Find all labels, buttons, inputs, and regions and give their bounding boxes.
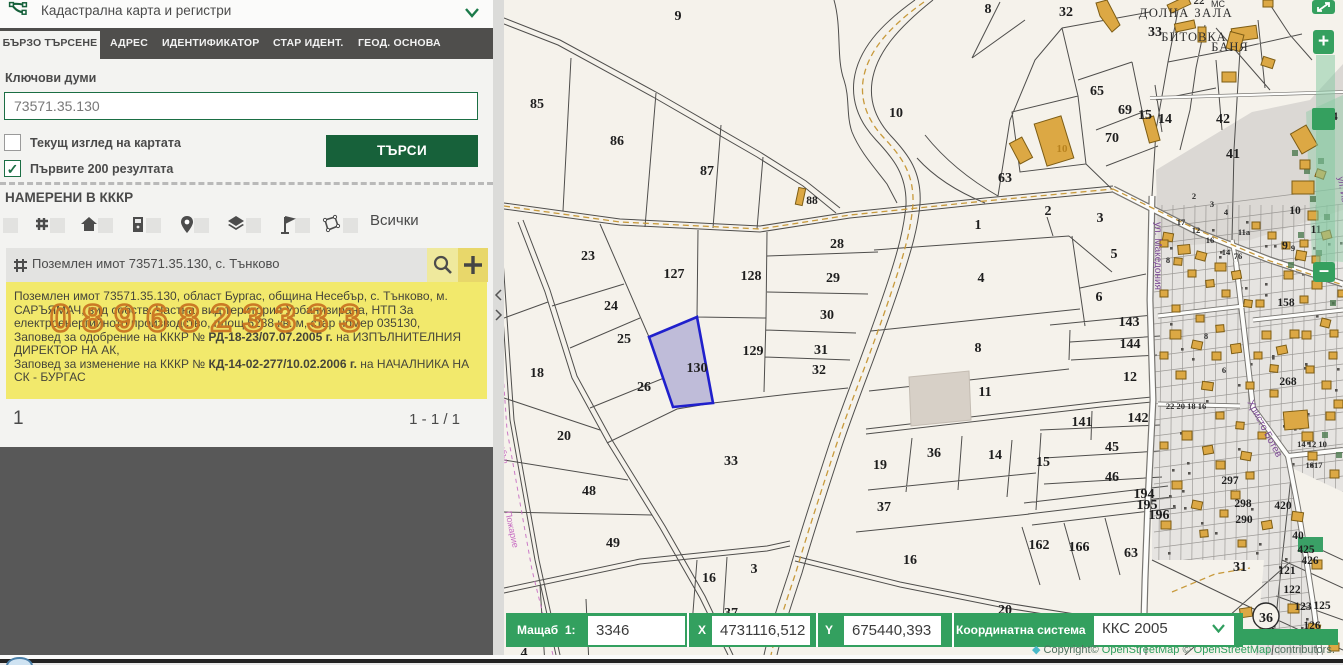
svg-text:30: 30 [820, 308, 834, 323]
svg-text:123: 123 [1294, 601, 1312, 613]
svg-text:42: 42 [1216, 112, 1230, 127]
svg-text:29: 29 [826, 271, 840, 286]
svg-text:16: 16 [903, 553, 917, 568]
svg-text:16: 16 [1206, 235, 1215, 245]
svg-text:22 20 18 16: 22 20 18 16 [1166, 401, 1206, 411]
svg-text:14: 14 [988, 448, 1002, 463]
svg-text:31: 31 [1233, 560, 1247, 575]
svg-text:8: 8 [975, 341, 982, 356]
svg-text:40: 40 [1292, 530, 1304, 542]
svg-text:19: 19 [873, 458, 887, 473]
svg-text:144: 144 [1120, 337, 1141, 352]
svg-text:15: 15 [1138, 108, 1152, 123]
svg-text:69: 69 [1118, 103, 1132, 118]
svg-text:143: 143 [1119, 315, 1140, 330]
svg-text:87: 87 [700, 164, 714, 179]
svg-text:17: 17 [1177, 217, 1186, 227]
svg-text:426: 426 [1301, 555, 1319, 567]
svg-text:46: 46 [1105, 470, 1119, 485]
svg-text:298: 298 [1234, 498, 1252, 510]
svg-text:76: 76 [1234, 251, 1243, 261]
svg-text:9: 9 [1282, 240, 1288, 252]
svg-text:14: 14 [1222, 247, 1231, 257]
svg-text:49: 49 [606, 536, 620, 551]
svg-text:45: 45 [1105, 440, 1119, 455]
svg-text:420: 420 [1274, 500, 1292, 512]
svg-text:162: 162 [1029, 538, 1050, 553]
svg-text:3: 3 [1097, 211, 1104, 226]
svg-text:127: 127 [664, 267, 685, 282]
svg-text:125: 125 [1313, 600, 1331, 612]
svg-text:141: 141 [1072, 415, 1093, 430]
svg-text:12: 12 [1192, 225, 1201, 235]
svg-text:МС: МС [1211, 0, 1225, 9]
svg-text:9: 9 [675, 9, 682, 24]
svg-text:297: 297 [1221, 475, 1239, 487]
svg-text:36: 36 [927, 446, 941, 461]
svg-text:5: 5 [1111, 247, 1118, 262]
svg-text:11: 11 [978, 385, 991, 400]
svg-text:166: 166 [1069, 540, 1090, 555]
svg-text:4: 4 [978, 271, 985, 286]
svg-text:11а: 11а [1238, 227, 1251, 237]
svg-text:31: 31 [814, 343, 828, 358]
svg-text:33: 33 [1148, 25, 1162, 40]
svg-text:8: 8 [1166, 255, 1170, 265]
svg-text:36: 36 [1259, 611, 1273, 626]
svg-text:25: 25 [617, 332, 631, 347]
svg-text:БАНЯ: БАНЯ [1211, 40, 1248, 54]
svg-text:37: 37 [877, 500, 891, 515]
svg-text:48: 48 [582, 484, 596, 499]
svg-text:28: 28 [830, 237, 844, 252]
svg-text:142: 142 [1128, 411, 1149, 426]
svg-text:86: 86 [610, 134, 624, 149]
svg-text:8: 8 [1204, 331, 1208, 341]
svg-text:9: 9 [1291, 243, 1295, 253]
svg-text:ул. Македония: ул. Македония [1152, 222, 1163, 290]
svg-text:22: 22 [1194, 0, 1206, 7]
svg-text:15: 15 [1036, 455, 1050, 470]
svg-text:32: 32 [1059, 5, 1073, 20]
svg-text:8: 8 [985, 2, 992, 17]
svg-text:130: 130 [687, 361, 708, 376]
svg-text:2: 2 [1192, 191, 1196, 201]
svg-text:3: 3 [751, 562, 758, 577]
svg-text:33: 33 [724, 454, 738, 469]
svg-text:1817: 1817 [1306, 460, 1324, 470]
svg-text:14: 14 [1158, 112, 1172, 127]
svg-text:6: 6 [1096, 290, 1103, 305]
svg-text:4: 4 [521, 646, 528, 655]
svg-text:20: 20 [557, 429, 571, 444]
svg-text:128: 128 [741, 269, 762, 284]
svg-text:196: 196 [1149, 508, 1170, 523]
svg-text:158: 158 [1277, 297, 1295, 309]
svg-text:10: 10 [889, 106, 903, 121]
svg-text:1: 1 [975, 218, 982, 233]
svg-text:88: 88 [806, 195, 818, 207]
svg-text:65: 65 [1090, 84, 1104, 99]
svg-text:3: 3 [1210, 199, 1214, 209]
svg-text:122: 122 [1283, 584, 1301, 596]
svg-text:41: 41 [1226, 147, 1240, 162]
svg-text:85: 85 [530, 97, 544, 112]
svg-text:24: 24 [604, 299, 618, 314]
svg-text:12: 12 [1123, 370, 1137, 385]
svg-text:14 12 10: 14 12 10 [1297, 439, 1327, 449]
svg-text:26: 26 [637, 380, 651, 395]
svg-text:18: 18 [530, 366, 544, 381]
svg-text:63: 63 [998, 171, 1012, 186]
svg-text:10: 10 [1289, 205, 1301, 217]
svg-text:63: 63 [1124, 546, 1138, 561]
svg-text:32: 32 [812, 363, 826, 378]
svg-text:70: 70 [1105, 131, 1119, 146]
svg-text:121: 121 [1278, 565, 1296, 577]
svg-text:6: 6 [1222, 365, 1226, 375]
svg-text:129: 129 [743, 344, 764, 359]
svg-text:16: 16 [702, 571, 716, 586]
svg-text:23: 23 [581, 249, 595, 264]
svg-text:10: 10 [1057, 143, 1069, 155]
svg-text:268: 268 [1279, 376, 1297, 388]
svg-text:290: 290 [1235, 514, 1253, 526]
svg-text:2: 2 [1045, 204, 1052, 219]
